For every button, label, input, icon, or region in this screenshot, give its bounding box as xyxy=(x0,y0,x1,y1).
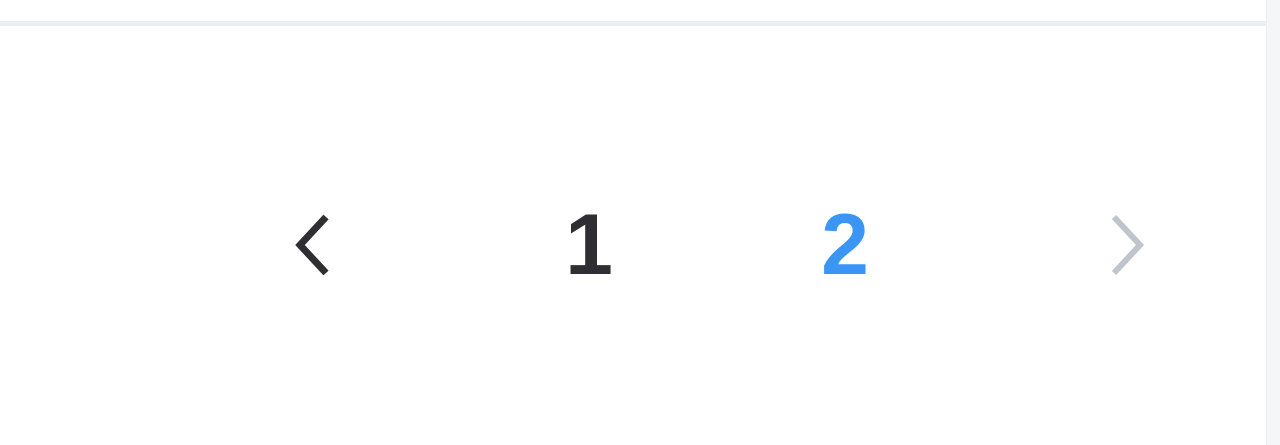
pagination: 1 2 xyxy=(0,190,1266,300)
page-number-label: 1 xyxy=(565,197,613,293)
prev-page-button[interactable] xyxy=(270,190,354,300)
divider xyxy=(0,21,1266,26)
next-page-button[interactable] xyxy=(1084,190,1168,300)
page: 1 2 xyxy=(0,0,1280,445)
page-number-label: 2 xyxy=(821,197,869,293)
page-2-button[interactable]: 2 xyxy=(800,190,890,300)
chevron-left-icon xyxy=(295,214,329,276)
scrollbar[interactable] xyxy=(1266,0,1280,445)
chevron-right-icon xyxy=(1111,214,1145,276)
header-area xyxy=(0,0,1266,21)
page-1-button[interactable]: 1 xyxy=(544,190,634,300)
